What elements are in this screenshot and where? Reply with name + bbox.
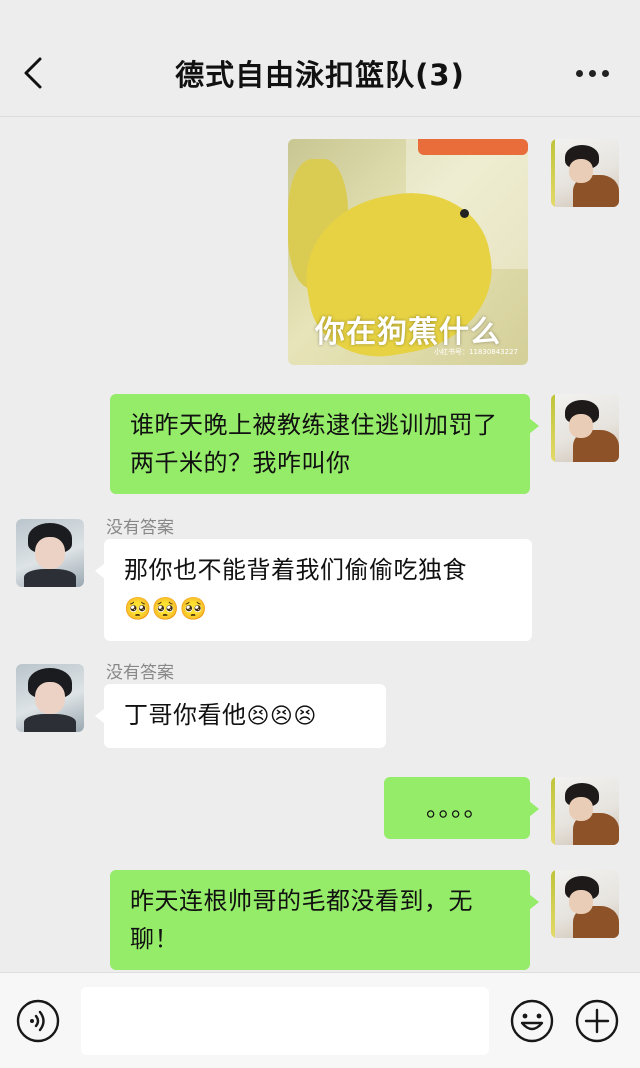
sender-avatar[interactable] bbox=[16, 519, 84, 587]
message-bubble-other[interactable]: 丁哥你看他😣😣😣 bbox=[95, 684, 386, 748]
input-bar bbox=[0, 972, 640, 1068]
sender-avatar[interactable] bbox=[16, 664, 84, 732]
my-avatar[interactable] bbox=[551, 777, 619, 845]
my-avatar[interactable] bbox=[551, 139, 619, 207]
image-caption: 你在狗蕉什么 bbox=[315, 315, 501, 350]
chat-title: 德式自由泳扣篮队(3) bbox=[175, 58, 465, 92]
sender-name: 没有答案 bbox=[106, 518, 174, 538]
image-watermark: 小红书号：11830843227 bbox=[434, 348, 518, 356]
message-text: 那你也不能背着我们偷偷吃独食 bbox=[124, 556, 467, 584]
my-avatar[interactable] bbox=[551, 394, 619, 462]
message-bubble-me[interactable]: 谁昨天晚上被教练逮住逃训加罚了两千米的？我咋叫你 bbox=[110, 394, 539, 494]
emoji-text: 😣😣😣 bbox=[246, 704, 317, 729]
message-bubble-other[interactable]: 那你也不能背着我们偷偷吃独食 🥺🥺🥺 bbox=[95, 539, 532, 641]
bag-tag bbox=[418, 139, 528, 155]
voice-icon[interactable] bbox=[16, 999, 60, 1043]
message-bubble-me[interactable]: 昨天连根帅哥的毛都没看到，无聊！ bbox=[110, 870, 539, 970]
plus-icon[interactable] bbox=[575, 999, 619, 1043]
banana-eye bbox=[460, 209, 469, 218]
emoji-text: 🥺🥺🥺 bbox=[124, 597, 208, 622]
more-dots-icon[interactable] bbox=[576, 70, 610, 78]
message-input[interactable] bbox=[81, 987, 489, 1055]
image-message[interactable]: 你在狗蕉什么 小红书号：11830843227 bbox=[288, 139, 528, 365]
my-avatar[interactable] bbox=[551, 870, 619, 938]
message-list[interactable]: 你在狗蕉什么 小红书号：11830843227 谁昨天晚上被教练逮住逃训加罚了两… bbox=[0, 117, 640, 972]
message-text: 丁哥你看他 bbox=[124, 701, 247, 729]
sender-name: 没有答案 bbox=[106, 663, 174, 683]
chat-header: 德式自由泳扣篮队(3) bbox=[0, 0, 640, 117]
message-bubble-me[interactable]: 。。。。 bbox=[384, 777, 539, 839]
emoji-icon[interactable] bbox=[510, 999, 554, 1043]
